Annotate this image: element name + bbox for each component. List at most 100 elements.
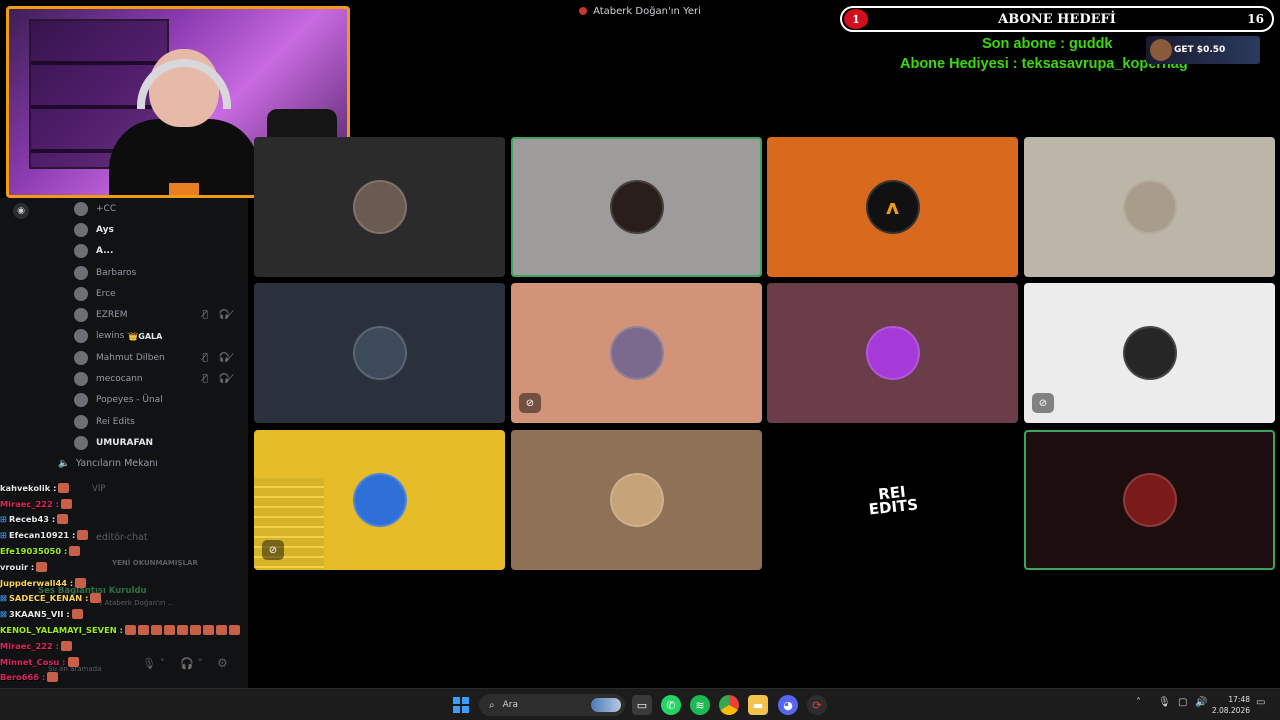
voice-user[interactable]: Erce (74, 283, 248, 304)
participant-avatar: ʌ (865, 180, 920, 234)
user-avatar (74, 414, 88, 429)
chat-emote (36, 561, 48, 572)
spotify-icon[interactable]: ≋ (690, 695, 710, 715)
voice-user[interactable]: lewins 👑GALA (74, 326, 248, 347)
chat-username[interactable]: Receb43 : (9, 514, 55, 524)
user-avatar (74, 435, 88, 450)
voice-user-name: +CC (96, 203, 117, 214)
file-explorer-icon[interactable]: ▬ (748, 695, 768, 715)
rei-edits-logo: REI EDITS (867, 482, 919, 519)
chat-username[interactable]: Juppderwall44 : (0, 578, 73, 588)
start-button[interactable] (453, 697, 469, 713)
discord-server-icon (579, 7, 588, 15)
tray-expand-icon[interactable]: ˄ (1136, 697, 1141, 708)
chat-message: Minnet_Cosu : (0, 654, 290, 670)
participant-tile[interactable]: ʌ (767, 137, 1018, 277)
chat-username[interactable]: Minnet_Cosu : (0, 657, 66, 667)
discord-icon[interactable]: ◉ (13, 203, 29, 219)
chat-username[interactable]: Miraec_222 : (0, 499, 59, 509)
chat-emote (58, 482, 70, 493)
participant-avatar (1122, 180, 1177, 234)
participant-tile[interactable] (1024, 430, 1275, 570)
chat-username[interactable]: 3KAAN5_VII : (9, 609, 70, 619)
participant-tile[interactable] (254, 283, 505, 423)
chat-username[interactable]: SADECE_KENAN : (9, 593, 88, 603)
participant-tile[interactable] (767, 283, 1018, 423)
chat-badge-icon: ⊞ (0, 530, 7, 541)
network-icon[interactable]: ▢ (1178, 697, 1187, 708)
user-badge: 👑GALA (128, 331, 163, 341)
chat-username[interactable]: Efecan10921 : (9, 530, 75, 540)
participant-tile[interactable] (511, 430, 762, 570)
voice-user-name: EZREM (96, 310, 128, 321)
participant-tile[interactable]: ⊘ (511, 283, 762, 423)
participant-tile[interactable] (1024, 137, 1275, 277)
chat-message: KENOL_YALAMAYI_SEVEN : (0, 622, 290, 638)
camera-off-icon: ⊘ (519, 393, 541, 413)
chat-message: ⊞ Efecan10921 : (0, 527, 290, 543)
voice-user[interactable]: Mahmut Dilben 🎙̸ 🎧̸ (74, 347, 248, 368)
chrome-icon[interactable] (719, 695, 739, 715)
participant-tile[interactable]: ⊘ (1024, 283, 1275, 423)
voice-user[interactable]: A... (74, 241, 248, 262)
chat-username[interactable]: kahvekolik : (0, 483, 56, 493)
chat-message: Miraec_222 : (0, 496, 290, 512)
chat-username[interactable]: Bero666 : (0, 672, 45, 682)
user-avatar (74, 244, 88, 259)
app-icon[interactable]: ⟳ (807, 695, 827, 715)
whatsapp-icon[interactable]: ✆ (661, 695, 681, 715)
participant-tile[interactable]: ⊘ (254, 430, 505, 570)
chat-username[interactable]: Miraec_222 : (0, 641, 59, 651)
chat-emote (137, 625, 149, 636)
voice-user[interactable]: +CC (74, 198, 248, 219)
voice-user-name: lewins (96, 331, 125, 342)
chat-emote (47, 672, 59, 683)
clock-date: 2.08.2026 (1211, 706, 1250, 715)
voice-user-name: Ays (96, 224, 114, 235)
taskbar-clock[interactable]: 17:48 2.08.2026 (1212, 694, 1250, 716)
chat-message: kahvekolik : (0, 480, 290, 496)
participant-tile[interactable] (254, 137, 505, 277)
voice-user[interactable]: EZREM 🎙̸ 🎧̸ (74, 304, 248, 325)
user-avatar (74, 372, 88, 387)
user-avatar (74, 308, 88, 323)
voice-user[interactable]: mecocann 🎙̸ 🎧̸ (74, 368, 248, 389)
user-avatar (74, 350, 88, 365)
taskbar-search[interactable]: ⌕ Ara (479, 694, 625, 716)
chat-username[interactable]: Efe19035050 : (0, 546, 67, 556)
voice-user[interactable]: Popeyes - Ünal (74, 390, 248, 411)
notification-icon[interactable]: ▭ (1256, 697, 1265, 708)
task-view-icon[interactable]: ▭ (632, 695, 652, 715)
muted-deafened-icon: 🎙̸ 🎧̸ (202, 374, 238, 385)
chat-badge-icon: ⊠ (0, 593, 7, 604)
tray-mic-icon[interactable]: 🎙 (1158, 697, 1171, 708)
chat-username[interactable]: vrouir : (0, 562, 34, 572)
participant-avatar (1122, 326, 1177, 380)
search-icon: ⌕ (489, 699, 495, 711)
chat-emote (61, 498, 73, 509)
participant-tile[interactable]: REI EDITS (767, 430, 1018, 570)
chat-emote (189, 625, 201, 636)
muted-deafened-icon: 🎙̸ 🎧̸ (202, 310, 238, 321)
participant-tile[interactable] (511, 137, 762, 277)
voice-user[interactable]: UMURAFAN (74, 432, 248, 453)
discord-taskbar-icon[interactable]: ◕ (778, 695, 798, 715)
voice-user-name: A... (96, 246, 114, 257)
camera-off-icon: ⊘ (262, 540, 284, 560)
voice-user[interactable]: Barbaros (74, 262, 248, 283)
chat-message: ⊞ Receb43 : (0, 512, 290, 528)
chat-username[interactable]: KENOL_YALAMAYI_SEVEN : (0, 625, 123, 635)
sponsor-ad[interactable]: GET $0.50 (1146, 36, 1260, 64)
chat-emote (69, 546, 81, 557)
voice-user[interactable]: Ays (74, 219, 248, 240)
goal-target: 16 (1247, 12, 1264, 26)
participant-avatar (352, 326, 407, 380)
ad-coin-icon (1150, 39, 1172, 61)
voice-user[interactable]: Rei Edits (74, 411, 248, 432)
chat-message: vrouir : (0, 559, 290, 575)
volume-icon[interactable]: 🔊 (1195, 697, 1207, 708)
channel-yancilarin-mekani[interactable]: 🔈 Yancıların Mekanı (58, 458, 158, 469)
user-avatar (74, 222, 88, 237)
stream-chat-overlay: kahvekolik : Miraec_222 : ⊞ Receb43 : ⊞ Efeca… (0, 480, 290, 720)
camera-off-icon: ⊘ (1032, 393, 1054, 413)
